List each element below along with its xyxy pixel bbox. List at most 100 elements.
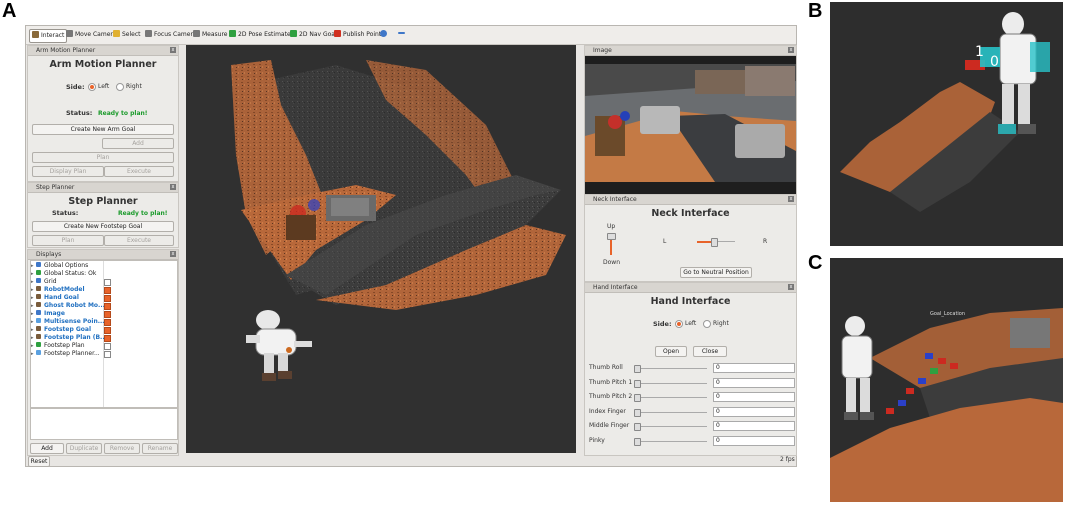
tool-measure[interactable]: Measure: [191, 29, 230, 41]
joint-label: Middle Finger: [589, 422, 630, 430]
hand-panel-title: Hand Interface: [593, 284, 638, 291]
display-remove-button[interactable]: Remove: [104, 443, 140, 454]
arm-display-plan-button[interactable]: Display Plan: [32, 166, 104, 177]
joint-value-field[interactable]: 0: [713, 392, 795, 403]
display-enable-checkbox[interactable]: [104, 351, 111, 358]
display-enable-checkbox[interactable]: [104, 303, 111, 310]
hand-close-button[interactable]: Close: [693, 346, 727, 357]
displays-title-bar: Displays x: [28, 250, 178, 260]
3d-viewport[interactable]: [186, 45, 576, 453]
close-icon[interactable]: x: [170, 47, 176, 53]
create-footstep-goal-button[interactable]: Create New Footstep Goal: [32, 221, 174, 232]
display-description-box: [30, 408, 178, 440]
neck-horizontal-knob[interactable]: [711, 238, 718, 247]
display-item[interactable]: ▸ Hand Goal: [31, 294, 181, 302]
joint-value-field[interactable]: 0: [713, 436, 795, 446]
display-item[interactable]: ▸ Footstep Plan (B...: [31, 334, 181, 342]
display-item[interactable]: ▸ Footstep Planner...: [31, 350, 181, 358]
close-icon[interactable]: x: [788, 196, 794, 202]
close-icon[interactable]: x: [788, 284, 794, 290]
measure-icon: [193, 30, 200, 37]
remove-tool-icon[interactable]: [396, 29, 409, 41]
display-item[interactable]: ▸ Ghost Robot Mo...: [31, 302, 181, 310]
display-add-button[interactable]: Add: [30, 443, 64, 454]
display-duplicate-button[interactable]: Duplicate: [66, 443, 102, 454]
display-enable-checkbox[interactable]: [104, 295, 111, 302]
joint-slider-row: Middle Finger 0: [589, 421, 795, 432]
joint-value-field[interactable]: 0: [713, 406, 795, 417]
display-enable-checkbox[interactable]: [104, 335, 111, 342]
joint-slider-track[interactable]: [635, 397, 707, 399]
arm-plan-button[interactable]: Plan: [32, 152, 174, 163]
joint-value-field[interactable]: 0: [713, 421, 795, 432]
display-type-icon: [36, 262, 41, 267]
joint-slider-track[interactable]: [635, 426, 707, 428]
tool-2d-pose-estimate[interactable]: 2D Pose Estimate: [227, 29, 293, 41]
neck-vertical-knob[interactable]: [607, 233, 616, 240]
neutral-position-button[interactable]: Go to Neutral Position: [680, 267, 752, 278]
display-item[interactable]: ▸ Global Options: [31, 262, 181, 270]
joint-slider-track[interactable]: [635, 441, 707, 442]
step-planner-heading: Step Planner: [68, 196, 138, 207]
close-icon[interactable]: x: [788, 47, 794, 53]
joint-slider-track[interactable]: [635, 411, 707, 413]
joint-slider-track[interactable]: [635, 368, 707, 369]
fps-readout: 2 fps: [780, 456, 795, 463]
display-item-label: Footstep Plan (B...: [44, 334, 107, 341]
add-tool-icon[interactable]: [378, 29, 391, 41]
display-enable-checkbox[interactable]: [104, 327, 111, 334]
arm-motion-planner-panel: Arm Motion Planner x Arm Motion Planner S…: [27, 45, 179, 182]
joint-slider-knob[interactable]: [634, 423, 641, 432]
arm-side-left-label: Left: [98, 83, 110, 90]
step-execute-button[interactable]: Execute: [104, 235, 174, 246]
display-item[interactable]: ▸ Grid: [31, 278, 181, 286]
display-enable-checkbox[interactable]: [104, 287, 111, 294]
joint-slider-knob[interactable]: [634, 408, 641, 417]
display-item[interactable]: ▸ Multisense Poin...: [31, 318, 181, 326]
move-camera-icon: [66, 30, 73, 37]
step-plan-button[interactable]: Plan: [32, 235, 104, 246]
pose-estimate-icon: [229, 30, 236, 37]
joint-value-field[interactable]: 0: [713, 377, 795, 388]
display-type-icon: [36, 350, 41, 355]
joint-value-field[interactable]: 0: [713, 363, 795, 373]
display-item[interactable]: ▸ Footstep Goal: [31, 326, 181, 334]
image-title-bar: Image x: [585, 46, 796, 56]
arm-side-left-radio[interactable]: [88, 83, 96, 91]
reset-button[interactable]: Reset: [28, 456, 50, 467]
joint-slider-track[interactable]: [635, 382, 707, 384]
joint-slider-knob[interactable]: [634, 394, 641, 403]
display-item-label: Ghost Robot Mo...: [44, 302, 105, 309]
panel-b-label-0: 0: [990, 54, 999, 70]
close-icon[interactable]: x: [170, 251, 176, 257]
display-type-icon: [36, 278, 41, 283]
tool-publish-point[interactable]: Publish Point: [332, 29, 383, 41]
rviz-window: Interact Move Camera Select Focus Camera Mea…: [25, 25, 797, 467]
display-rename-button[interactable]: Rename: [142, 443, 178, 454]
create-arm-goal-button[interactable]: Create New Arm Goal: [32, 124, 174, 135]
display-item[interactable]: ▸ Footstep Plan: [31, 342, 181, 350]
display-enable-checkbox[interactable]: [104, 343, 111, 350]
display-enable-checkbox[interactable]: [104, 311, 111, 318]
arm-execute-button[interactable]: Execute: [104, 166, 174, 177]
display-enable-checkbox[interactable]: [104, 319, 111, 326]
display-enable-checkbox[interactable]: [104, 279, 111, 286]
joint-slider-knob[interactable]: [634, 438, 641, 446]
display-item[interactable]: ▸ RobotModel: [31, 286, 181, 294]
close-icon[interactable]: x: [170, 184, 176, 190]
hand-side-right-radio[interactable]: [703, 320, 711, 328]
arm-add-button[interactable]: Add: [102, 138, 174, 149]
joint-slider-knob[interactable]: [634, 379, 641, 388]
hand-side-left-radio[interactable]: [675, 320, 683, 328]
display-item[interactable]: ▸ Image: [31, 310, 181, 318]
display-item[interactable]: ▸ Global Status: Ok: [31, 270, 181, 278]
neck-r-label: R: [763, 238, 768, 245]
tool-select[interactable]: Select: [111, 29, 143, 41]
joint-slider-knob[interactable]: [634, 365, 641, 373]
display-item-label: Global Status: Ok: [44, 270, 97, 277]
arm-side-right-radio[interactable]: [116, 83, 124, 91]
tool-interact[interactable]: Interact: [29, 29, 68, 43]
camera-image: [585, 56, 796, 194]
panel-c-viewport: Goal_Location: [830, 258, 1063, 502]
hand-open-button[interactable]: Open: [655, 346, 687, 357]
